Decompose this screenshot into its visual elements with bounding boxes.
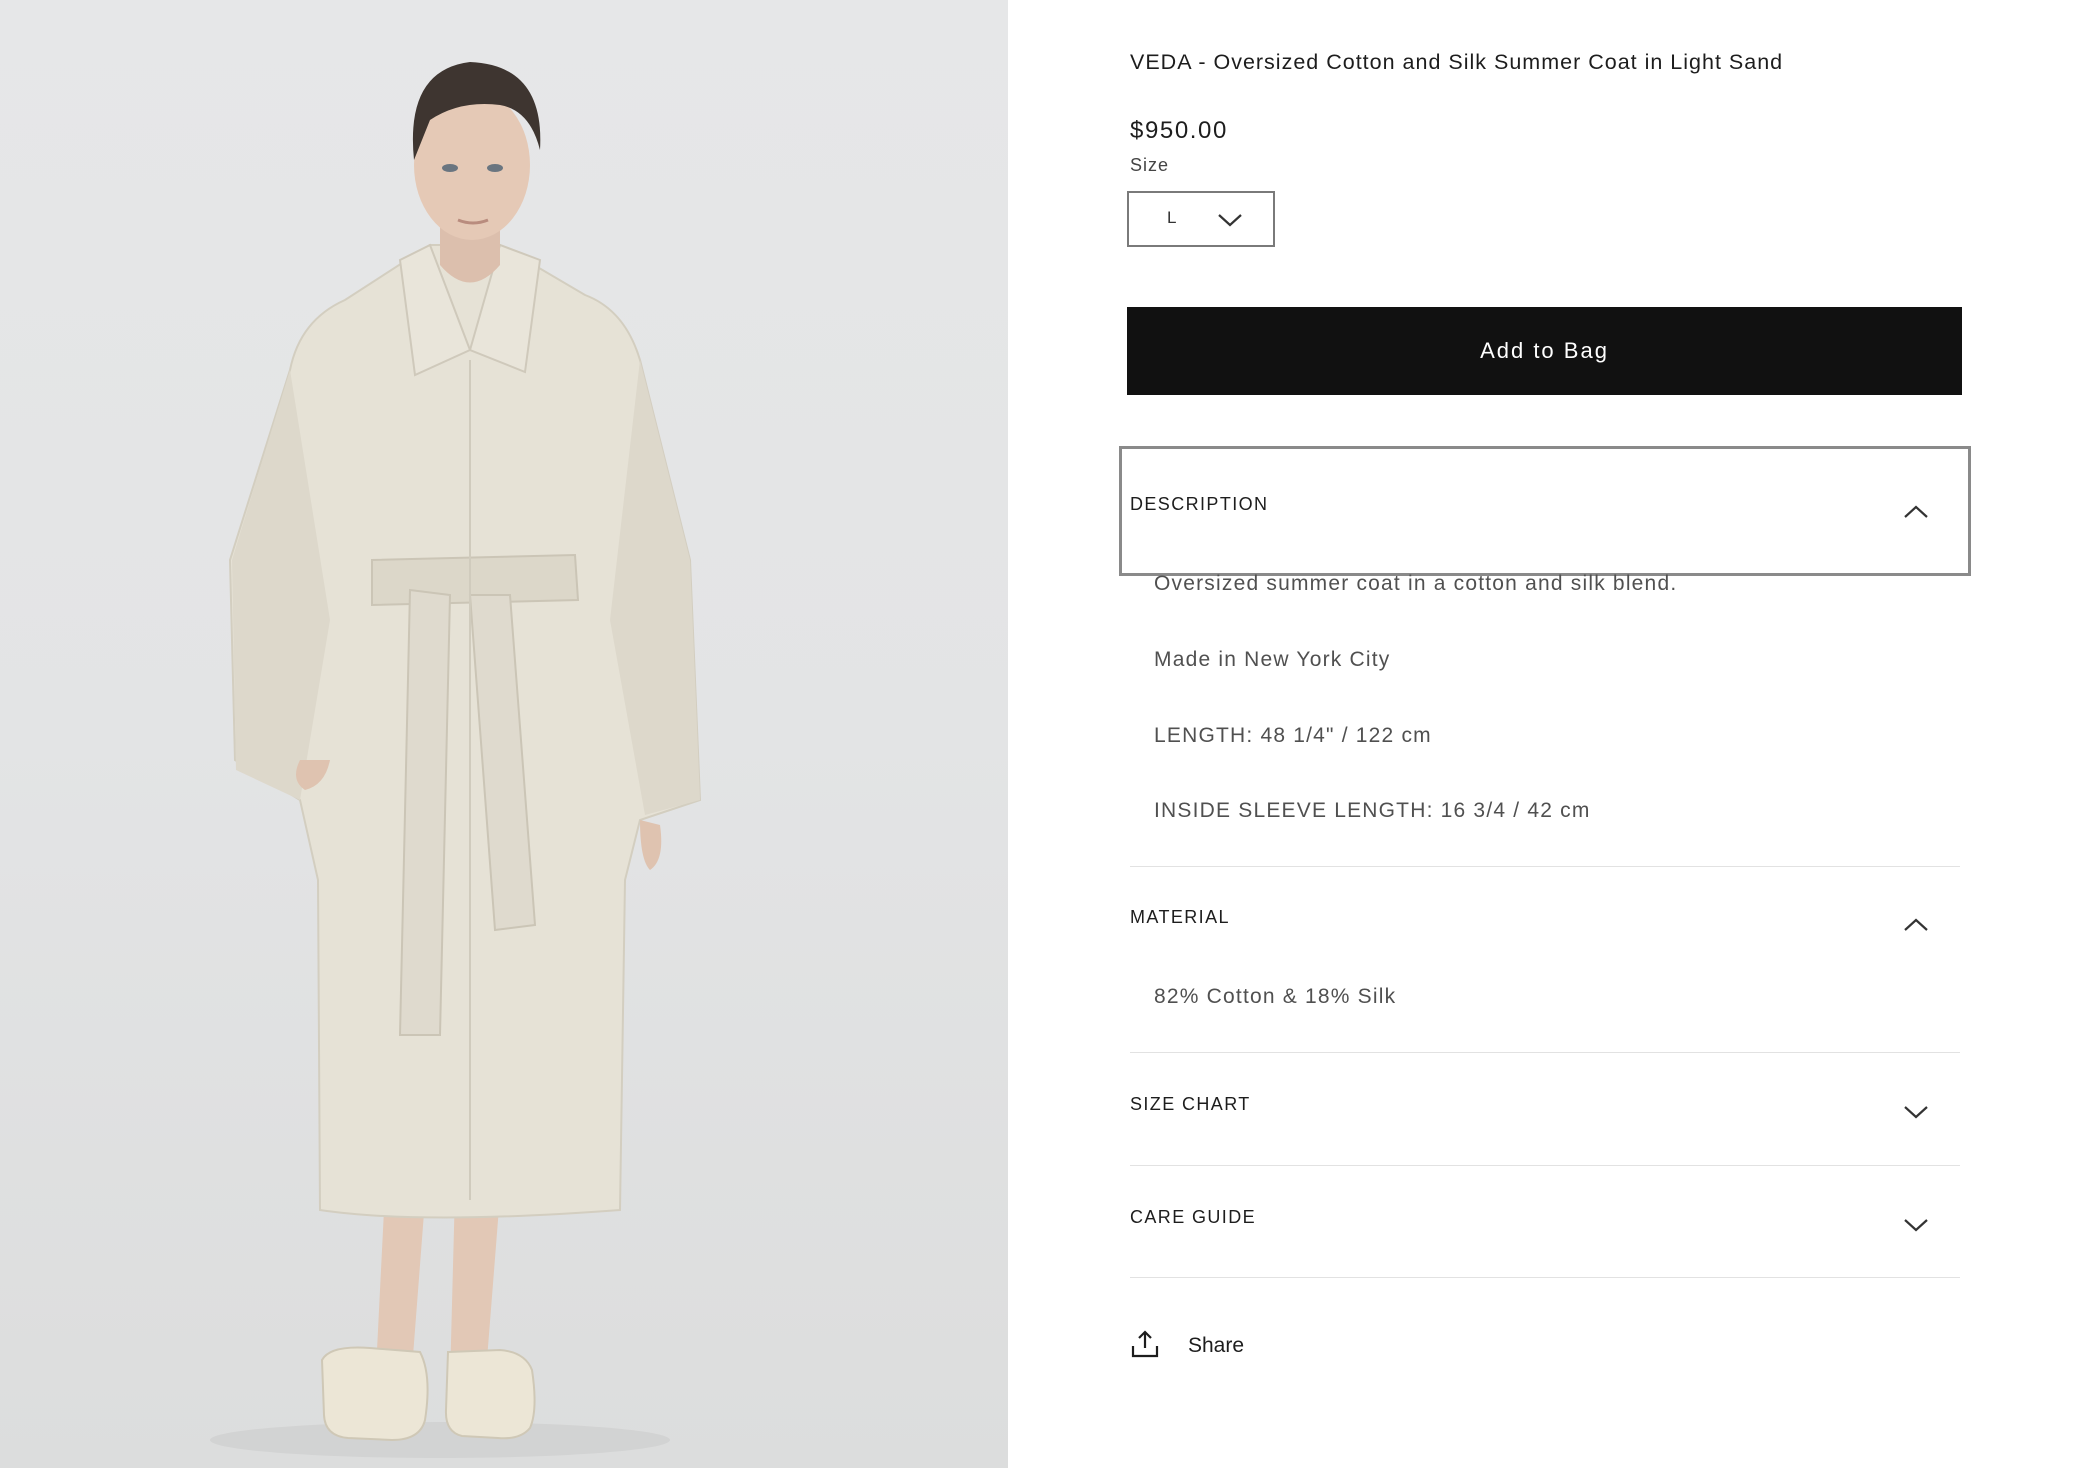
product-price: $950.00 — [1130, 117, 1228, 144]
accordion-size-chart-header[interactable]: SIZE CHART — [1130, 1080, 1957, 1140]
divider — [1130, 866, 1960, 867]
chevron-down-icon — [1217, 212, 1243, 233]
description-line: Oversized summer coat in a cotton and si… — [1154, 572, 1678, 595]
share-label: Share — [1188, 1334, 1245, 1357]
product-image[interactable] — [0, 0, 1008, 1468]
description-line: LENGTH: 48 1/4" / 122 cm — [1154, 724, 1432, 747]
accordion-description-header[interactable]: DESCRIPTION — [1130, 480, 1957, 540]
chevron-down-icon — [1903, 1104, 1929, 1125]
accordion-care-guide-header[interactable]: CARE GUIDE — [1130, 1193, 1957, 1253]
share-button[interactable]: Share — [1130, 1326, 1244, 1366]
model-illustration — [210, 62, 702, 1458]
accordion-description-label: DESCRIPTION — [1130, 494, 1269, 514]
share-upload-icon — [1130, 1329, 1160, 1364]
product-title: VEDA - Oversized Cotton and Silk Summer … — [1130, 50, 1784, 74]
accordion-size-chart-label: SIZE CHART — [1130, 1094, 1251, 1114]
accordion-material-header[interactable]: MATERIAL — [1130, 893, 1957, 953]
divider — [1130, 1277, 1960, 1278]
size-label: Size — [1130, 155, 1170, 175]
description-line: Made in New York City — [1154, 648, 1391, 671]
chevron-down-icon — [1903, 1217, 1929, 1238]
divider — [1130, 1165, 1960, 1166]
add-to-bag-button[interactable]: Add to Bag — [1127, 307, 1962, 395]
product-info-panel: VEDA - Oversized Cotton and Silk Summer … — [1119, 0, 1971, 1468]
chevron-up-icon — [1903, 504, 1929, 525]
size-dropdown[interactable]: L — [1127, 191, 1275, 247]
description-line: INSIDE SLEEVE LENGTH: 16 3/4 / 42 cm — [1154, 799, 1591, 822]
accordion-material-label: MATERIAL — [1130, 907, 1230, 927]
chevron-up-icon — [1903, 917, 1929, 938]
product-page: VEDA - Oversized Cotton and Silk Summer … — [0, 0, 2074, 1468]
material-line: 82% Cotton & 18% Silk — [1154, 985, 1397, 1008]
accordion-care-guide-label: CARE GUIDE — [1130, 1207, 1257, 1227]
size-dropdown-value: L — [1167, 208, 1177, 227]
divider — [1130, 1052, 1960, 1053]
